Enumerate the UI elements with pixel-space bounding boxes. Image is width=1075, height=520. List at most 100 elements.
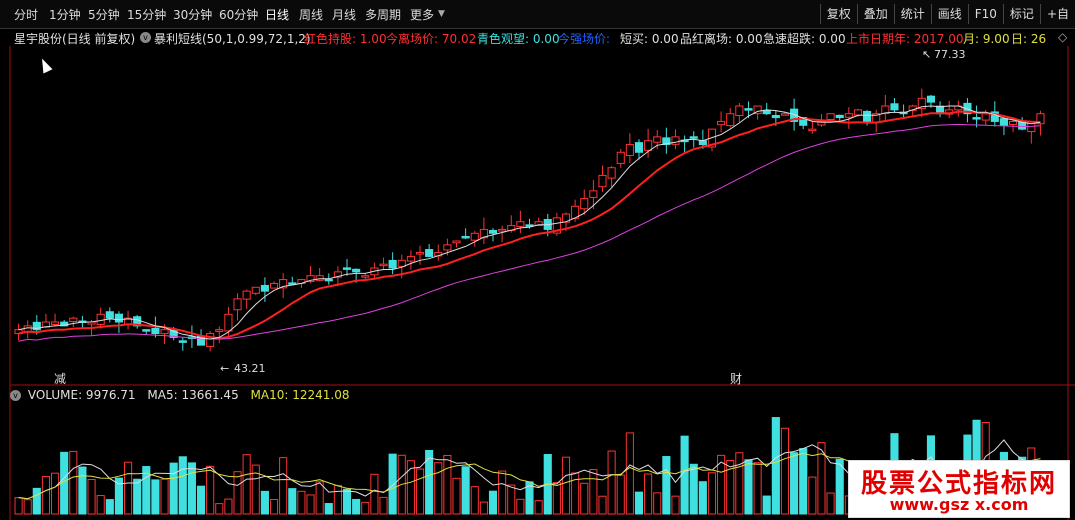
indicator-magenta-exit: 品红离场: 0.00 bbox=[680, 32, 763, 46]
candle-body bbox=[342, 267, 352, 270]
indicator-info-bar: 星宇股份(日线 前复权) v 暴利短线(50,1,0.99,72,1,2) 红色… bbox=[0, 28, 1075, 46]
volume-bar bbox=[552, 482, 561, 515]
price-chart[interactable]: ↖ 77.33 ← 43.21 减 财 bbox=[0, 46, 1075, 520]
candle-body bbox=[397, 259, 406, 267]
candle-body bbox=[415, 252, 425, 255]
volume-bar bbox=[790, 452, 799, 515]
candle-body bbox=[744, 108, 753, 111]
candle-body bbox=[780, 113, 790, 116]
candle-body bbox=[762, 110, 771, 115]
candle-body bbox=[726, 113, 735, 127]
indicator-red-hold: 红色持股: 1.00 bbox=[304, 32, 387, 46]
candle-body bbox=[607, 167, 616, 179]
volume-bar bbox=[196, 485, 206, 515]
candle-body bbox=[425, 249, 434, 257]
volume-bar bbox=[589, 469, 598, 515]
high-price-label: 77.33 bbox=[934, 48, 966, 61]
candle-body bbox=[160, 329, 169, 335]
candle-body bbox=[96, 313, 105, 325]
stock-name-label: 星宇股份(日线 前复权) bbox=[14, 32, 136, 46]
tab-intraday[interactable]: 分时 bbox=[14, 6, 38, 23]
volume-bar bbox=[41, 476, 50, 515]
candle-body bbox=[616, 151, 625, 164]
volume-bar bbox=[342, 488, 352, 515]
volume-bar bbox=[762, 495, 771, 515]
statistics-button[interactable]: 统计 bbox=[893, 4, 931, 24]
volume-value: VOLUME: 9976.71 bbox=[27, 388, 136, 402]
candle-body bbox=[242, 290, 251, 300]
draw-line-button[interactable]: 画线 bbox=[930, 4, 968, 24]
tab-multi-period[interactable]: 多周期 bbox=[365, 6, 401, 23]
volume-bar bbox=[333, 484, 342, 515]
candle-body bbox=[269, 282, 279, 289]
indicator-cyan-watch: 青色观望: 0.00 bbox=[477, 32, 560, 46]
volume-bar bbox=[534, 500, 543, 515]
candle-body bbox=[452, 240, 461, 244]
volume-bar bbox=[96, 495, 105, 515]
candle-body bbox=[981, 113, 990, 121]
candle-body bbox=[808, 128, 817, 132]
indicator-month: 月: 9.00 bbox=[963, 32, 1010, 46]
candle-body bbox=[105, 311, 114, 319]
indicator-exit-price: 今离场价: 70.02 bbox=[386, 32, 477, 46]
tab-15min[interactable]: 15分钟 bbox=[127, 6, 166, 23]
tab-daily[interactable]: 日线 bbox=[265, 6, 289, 23]
volume-bar bbox=[105, 499, 114, 515]
tab-5min[interactable]: 5分钟 bbox=[88, 6, 120, 23]
candle-body bbox=[689, 136, 698, 139]
tab-more[interactable]: 更多 bbox=[410, 6, 434, 23]
candle-body bbox=[142, 329, 151, 332]
candle-body bbox=[379, 263, 388, 267]
volume-bar bbox=[32, 487, 41, 515]
candle-body bbox=[999, 118, 1009, 126]
custom-button[interactable]: +自 bbox=[1039, 4, 1075, 24]
candle-body bbox=[114, 313, 123, 323]
volume-bar bbox=[780, 427, 790, 515]
volume-bar bbox=[598, 495, 607, 515]
mark-button[interactable]: 标记 bbox=[1002, 4, 1040, 24]
volume-bar bbox=[707, 472, 717, 515]
volume-bar bbox=[242, 454, 251, 515]
restore-rights-button[interactable]: 复权 bbox=[819, 4, 857, 24]
volume-bar bbox=[771, 417, 780, 515]
indicator-oversold: 急速超跌: 0.00 bbox=[763, 32, 846, 46]
tab-monthly[interactable]: 月线 bbox=[332, 6, 356, 23]
candle-body bbox=[388, 259, 397, 269]
volume-bar bbox=[616, 474, 625, 515]
volume-info-bar: v VOLUME: 9976.71 MA5: 13661.45 MA10: 12… bbox=[10, 388, 349, 404]
volume-bar bbox=[169, 462, 178, 515]
candle-body bbox=[844, 113, 853, 118]
volume-bar bbox=[689, 463, 698, 515]
tab-30min[interactable]: 30分钟 bbox=[173, 6, 212, 23]
chevron-down-icon[interactable]: ▼ bbox=[438, 9, 445, 19]
candle-body bbox=[516, 221, 525, 227]
tab-1min[interactable]: 1分钟 bbox=[49, 6, 81, 23]
low-arrow-icon: ← bbox=[220, 362, 229, 375]
tab-weekly[interactable]: 周线 bbox=[299, 6, 323, 23]
candle-body bbox=[625, 144, 634, 156]
volume-bar bbox=[698, 481, 707, 515]
overlay-button[interactable]: 叠加 bbox=[856, 4, 894, 24]
volume-bar bbox=[516, 498, 525, 515]
candle-body bbox=[698, 140, 707, 146]
candle-body bbox=[361, 275, 370, 278]
tab-60min[interactable]: 60分钟 bbox=[219, 6, 258, 23]
f10-button[interactable]: F10 bbox=[967, 4, 1003, 24]
volume-bar bbox=[671, 495, 680, 515]
volume-bar bbox=[662, 456, 671, 515]
event-marker-right[interactable]: 财 bbox=[730, 372, 742, 386]
candle-body bbox=[972, 117, 981, 120]
indicator-settings-icon[interactable]: v bbox=[140, 30, 151, 44]
event-marker-left[interactable]: 减 bbox=[54, 372, 66, 386]
volume-bar bbox=[370, 473, 379, 515]
candle-body bbox=[443, 244, 452, 251]
candle-body bbox=[233, 298, 242, 311]
candle-body bbox=[178, 340, 187, 343]
candle-body bbox=[634, 142, 644, 153]
expand-icon[interactable]: ◇ bbox=[1058, 30, 1067, 44]
volume-settings-icon[interactable]: v bbox=[10, 390, 21, 401]
candle-body bbox=[717, 120, 726, 126]
candle-body bbox=[324, 278, 333, 282]
indicator-name[interactable]: 暴利短线(50,1,0.99,72,1,2) bbox=[154, 30, 311, 46]
indicator-short-buy: 短买: 0.00 bbox=[620, 32, 679, 46]
